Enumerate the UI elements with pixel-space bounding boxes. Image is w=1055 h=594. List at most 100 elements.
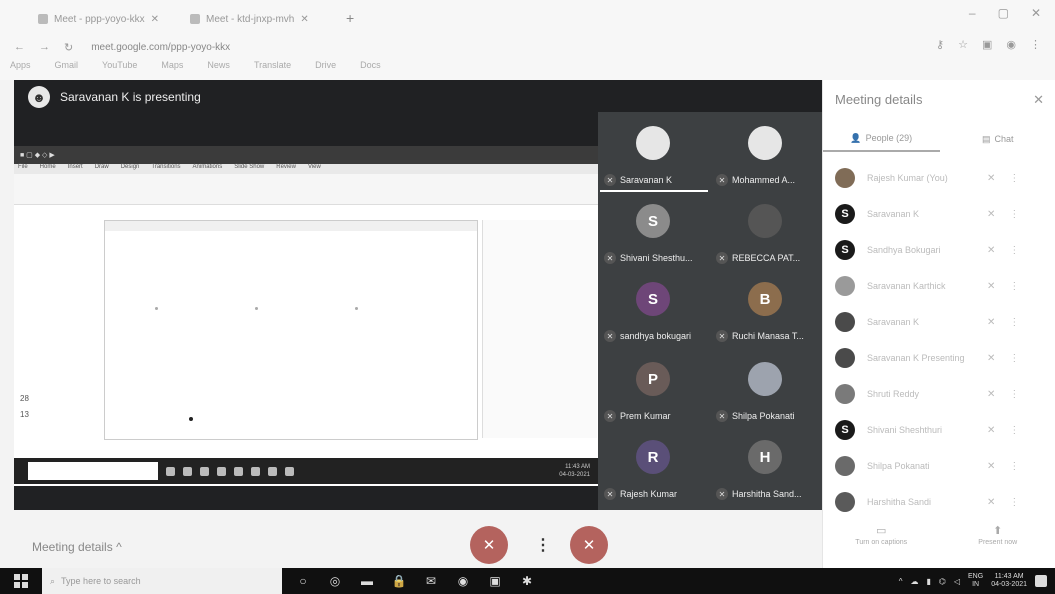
shared-clock-date: 04-03-2021	[559, 472, 590, 478]
participant-avatar: P	[636, 362, 670, 396]
people-list-item[interactable]: S Saravanan K ✕ ⋮	[823, 196, 1055, 232]
tab-label: People (29)	[865, 133, 913, 143]
participant-name: REBECCA PAT...	[732, 253, 801, 263]
more-options-button[interactable]: ⋮	[524, 526, 562, 564]
present-now-button[interactable]: ⬆ Present now	[963, 524, 1033, 560]
captions-button[interactable]: ▭ Turn on captions	[846, 524, 916, 560]
menu-icon[interactable]: ⋮	[1030, 38, 1041, 51]
participant-tile[interactable]: H ✕ Harshitha Sand...	[712, 430, 820, 506]
person-avatar	[835, 168, 855, 188]
taskbar-search[interactable]: ⌕ Type here to search	[42, 568, 282, 594]
browser-tab-1[interactable]: Meet - ppp-yoyo-kkx ✕	[38, 8, 188, 30]
bookmark-item[interactable]: Drive	[315, 60, 336, 74]
extension-icon[interactable]: ▣	[982, 38, 992, 51]
person-avatar: S	[835, 420, 855, 440]
windows-start-icon[interactable]	[14, 574, 28, 588]
notification-icon[interactable]	[1035, 575, 1047, 587]
meeting-details-link[interactable]: Meeting details ^	[32, 540, 122, 554]
shared-clock-time: 11:43 AM	[565, 464, 590, 470]
more-vertical-icon[interactable]: ⋮	[1009, 245, 1019, 256]
people-list-item[interactable]: Shilpa Pokanati ✕ ⋮	[823, 448, 1055, 484]
bookmark-item[interactable]: Apps	[10, 60, 31, 74]
people-list-item[interactable]: S Shivani Sheshthuri ✕ ⋮	[823, 412, 1055, 448]
microphone-button[interactable]: ✕	[470, 526, 508, 564]
battery-icon[interactable]: ▮	[926, 577, 930, 586]
more-vertical-icon[interactable]: ⋮	[1009, 173, 1019, 184]
network-icon[interactable]: ⌬	[939, 577, 946, 586]
participant-tile[interactable]: R ✕ Rajesh Kumar	[600, 430, 708, 506]
bookmark-item[interactable]: News	[207, 60, 230, 74]
more-vertical-icon[interactable]: ⋮	[1009, 281, 1019, 292]
slide-number: 13	[20, 410, 29, 419]
participant-tile[interactable]: P ✕ Prem Kumar	[600, 352, 708, 428]
people-list-item[interactable]: Rajesh Kumar (You) ✕ ⋮	[823, 160, 1055, 196]
system-tray: ^ ☁ ▮ ⌬ ◁ ENG IN 11:43 AM 04-03-2021	[899, 573, 1047, 589]
person-avatar	[835, 492, 855, 512]
people-list-item[interactable]: Saravanan K Presenting ✕ ⋮	[823, 340, 1055, 376]
bookmark-item[interactable]: Translate	[254, 60, 291, 74]
more-vertical-icon[interactable]: ⋮	[1009, 209, 1019, 220]
volume-icon[interactable]: ◁	[954, 577, 960, 586]
tab-people[interactable]: 👤 People (29)	[823, 126, 940, 152]
bookmark-item[interactable]: Gmail	[55, 60, 79, 74]
edge-icon[interactable]: ◎	[324, 570, 346, 592]
participant-tile[interactable]: ✕ Shilpa Pokanati	[712, 352, 820, 428]
cloud-icon[interactable]: ☁	[910, 577, 918, 586]
forward-icon[interactable]: →	[39, 41, 50, 53]
participant-tile[interactable]: ✕ REBECCA PAT...	[712, 194, 820, 270]
participant-tile[interactable]: ✕ Saravanan K	[600, 116, 708, 192]
new-tab-icon[interactable]: +	[346, 10, 354, 26]
app-icon[interactable]: ✱	[516, 570, 538, 592]
address-bar[interactable]: meet.google.com/ppp-yoyo-kkx	[91, 42, 271, 53]
participant-tile[interactable]: ✕ Mohammed A...	[712, 116, 820, 192]
system-clock[interactable]: 11:43 AM 04-03-2021	[991, 573, 1027, 589]
participant-tile[interactable]: S ✕ sandhya bokugari	[600, 272, 708, 348]
key-icon[interactable]: ⚷	[936, 38, 944, 51]
more-vertical-icon[interactable]: ⋮	[1009, 461, 1019, 472]
minimize-button[interactable]: –	[969, 6, 976, 20]
mail-icon[interactable]: ✉	[420, 570, 442, 592]
star-icon[interactable]: ☆	[958, 38, 968, 51]
more-vertical-icon[interactable]: ⋮	[1009, 425, 1019, 436]
meet-favicon-icon	[190, 14, 200, 24]
person-avatar	[835, 456, 855, 476]
people-list-item[interactable]: Saravanan Karthick ✕ ⋮	[823, 268, 1055, 304]
file-explorer-icon[interactable]: ▬	[356, 570, 378, 592]
participant-tile[interactable]: B ✕ Ruchi Manasa T...	[712, 272, 820, 348]
tab-close-icon[interactable]: ✕	[300, 14, 308, 25]
person-avatar	[835, 348, 855, 368]
more-vertical-icon[interactable]: ⋮	[1009, 497, 1019, 508]
camera-button[interactable]: ✕	[570, 526, 608, 564]
task-view-icon[interactable]: ○	[292, 570, 314, 592]
participant-avatar: R	[636, 440, 670, 474]
person-avatar	[835, 312, 855, 332]
tab-chat[interactable]: ▤ Chat	[940, 126, 1055, 152]
browser-tab-2[interactable]: Meet - ktd-jnxp-mvh ✕	[190, 8, 340, 30]
participant-tile[interactable]: S ✕ Shivani Shesthu...	[600, 194, 708, 270]
more-vertical-icon[interactable]: ⋮	[1009, 353, 1019, 364]
bookmark-item[interactable]: Maps	[161, 60, 183, 74]
back-icon[interactable]: ←	[14, 41, 25, 53]
people-list-item[interactable]: S Sandhya Bokugari ✕ ⋮	[823, 232, 1055, 268]
mic-off-icon: ✕	[987, 172, 996, 184]
people-list-item[interactable]: Harshitha Sandi ✕ ⋮	[823, 484, 1055, 520]
maximize-button[interactable]: ▢	[998, 6, 1009, 20]
app-icon	[217, 466, 226, 476]
store-icon[interactable]: 🔒	[388, 570, 410, 592]
participant-avatar: B	[748, 282, 782, 316]
people-list-item[interactable]: Shruti Reddy ✕ ⋮	[823, 376, 1055, 412]
language-indicator[interactable]: ENG IN	[968, 573, 983, 589]
bookmark-item[interactable]: YouTube	[102, 60, 137, 74]
close-panel-icon[interactable]: ✕	[1033, 92, 1044, 108]
tab-close-icon[interactable]: ✕	[151, 14, 159, 25]
tray-chevron-icon[interactable]: ^	[899, 577, 903, 586]
close-window-button[interactable]: ✕	[1031, 6, 1041, 20]
profile-icon[interactable]: ◉	[1006, 38, 1016, 51]
more-vertical-icon[interactable]: ⋮	[1009, 317, 1019, 328]
app-icon[interactable]: ▣	[484, 570, 506, 592]
more-vertical-icon[interactable]: ⋮	[1009, 389, 1019, 400]
people-list-item[interactable]: Saravanan K ✕ ⋮	[823, 304, 1055, 340]
reload-icon[interactable]: ↻	[64, 41, 73, 54]
chrome-icon[interactable]: ◉	[452, 570, 474, 592]
bookmark-item[interactable]: Docs	[360, 60, 381, 74]
